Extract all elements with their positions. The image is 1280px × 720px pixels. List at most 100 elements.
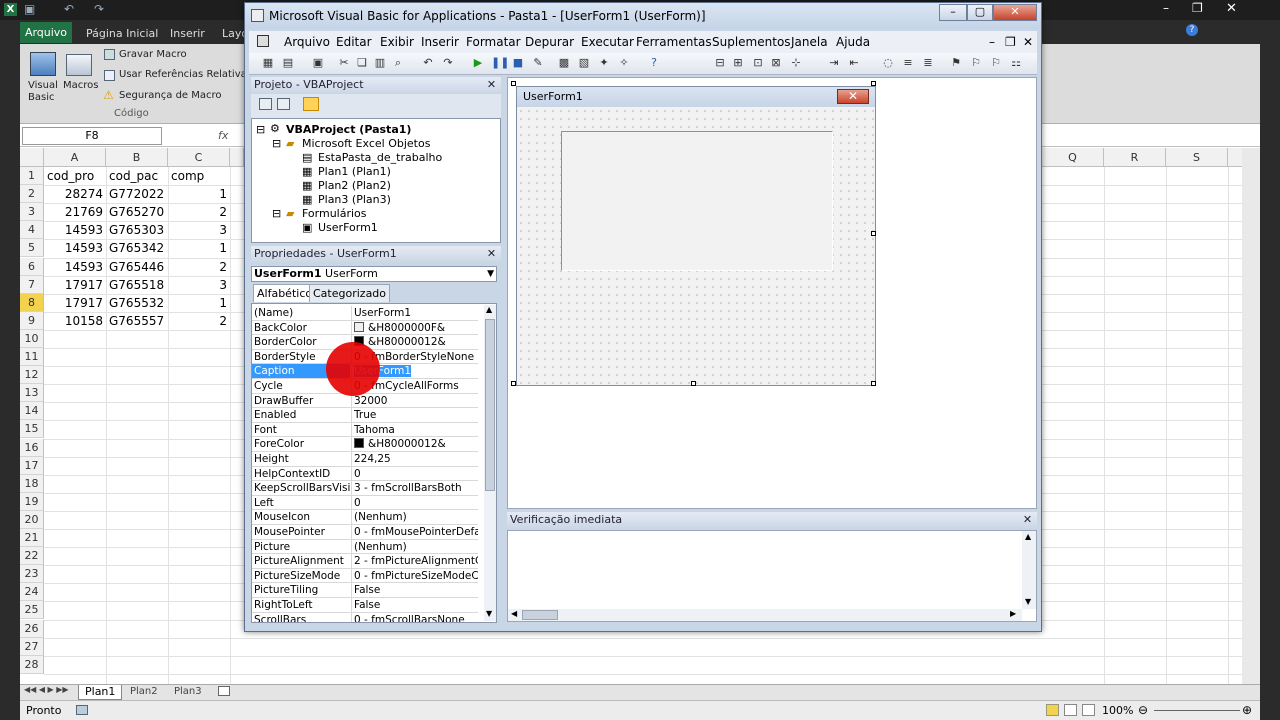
cell[interactable]: G765342 <box>106 239 168 257</box>
row-header[interactable]: 12 <box>20 366 44 385</box>
tree-userform1[interactable]: UserForm1 <box>318 221 378 234</box>
next-bookmark-icon[interactable]: ⚐ <box>969 56 983 70</box>
clear-bookmarks-icon[interactable]: ⚏ <box>1009 56 1023 70</box>
undo-icon[interactable]: ↶ <box>64 2 74 16</box>
project-explorer-icon[interactable]: ▩ <box>557 56 571 70</box>
indent-icon[interactable]: ⇥ <box>827 56 841 70</box>
property-row[interactable]: HelpContextID 0 <box>252 466 478 482</box>
row-header[interactable]: 23 <box>20 565 44 584</box>
userform-client-area[interactable] <box>517 107 875 385</box>
property-value[interactable]: True <box>354 408 478 422</box>
toggle-folders-icon[interactable] <box>303 97 319 111</box>
scroll-thumb[interactable] <box>485 319 495 491</box>
excel-restore-icon[interactable]: ❐ <box>1192 1 1203 15</box>
record-macro-icon[interactable] <box>104 49 115 60</box>
property-value[interactable]: 3 - fmScrollBarsBoth <box>354 481 478 495</box>
cell[interactable]: G765270 <box>106 203 168 221</box>
tab-categorizado[interactable]: Categorizado <box>309 284 391 302</box>
property-row[interactable]: Height 224,25 <box>252 452 478 467</box>
row-header[interactable]: 20 <box>20 510 44 529</box>
properties-panel-header[interactable]: Propriedades - UserForm1 ✕ <box>251 246 501 262</box>
sheet-tab-plan3[interactable]: Plan3 <box>168 685 208 699</box>
scroll-right-icon[interactable]: ▶ <box>1010 609 1016 618</box>
vba-close-button[interactable]: ✕ <box>993 4 1037 21</box>
excel-vertical-scrollbar[interactable] <box>1242 148 1260 684</box>
save-icon[interactable]: ▣ <box>311 56 325 70</box>
menu-editar[interactable]: Editar <box>336 35 372 49</box>
cell[interactable]: G765557 <box>106 312 168 330</box>
relative-ref-icon[interactable] <box>104 70 115 81</box>
row-header[interactable]: 26 <box>20 619 44 638</box>
sheet-tab-plan2[interactable]: Plan2 <box>124 685 164 699</box>
view-excel-icon[interactable]: ▦ <box>261 56 275 70</box>
properties-panel-close-icon[interactable]: ✕ <box>485 247 498 260</box>
comment-block-icon[interactable]: ≡ <box>901 56 915 70</box>
column-header-c[interactable]: C <box>168 148 230 167</box>
menu-exibir[interactable]: Exibir <box>380 35 414 49</box>
design-mode-icon[interactable]: ✎ <box>531 56 545 70</box>
select-all-corner[interactable] <box>20 148 44 167</box>
row-header[interactable]: 15 <box>20 420 44 439</box>
properties-window-icon[interactable]: ▧ <box>577 56 591 70</box>
tree-workbook[interactable]: EstaPasta_de_trabalho <box>318 151 442 164</box>
align-left-icon[interactable]: ⊟ <box>713 56 727 70</box>
usar-referencias-button[interactable]: Usar Referências Relativas <box>119 69 252 80</box>
resize-handle[interactable] <box>691 381 696 386</box>
row-header[interactable]: 13 <box>20 384 44 403</box>
tree-plan2[interactable]: Plan2 (Plan2) <box>318 179 391 192</box>
property-row[interactable]: KeepScrollBarsVisible 3 - fmScrollBarsBot… <box>252 481 478 496</box>
property-row[interactable]: ForeColor &H80000012& <box>252 437 478 452</box>
property-value[interactable]: False <box>354 598 478 612</box>
run-icon[interactable]: ▶ <box>471 56 485 70</box>
property-row[interactable]: Font Tahoma <box>252 422 478 438</box>
row-header[interactable]: 18 <box>20 474 44 493</box>
ungroup-icon[interactable]: ⊹ <box>789 56 803 70</box>
project-panel-close-icon[interactable]: ✕ <box>485 78 498 91</box>
outdent-icon[interactable]: ⇤ <box>847 56 861 70</box>
expand-icon[interactable]: ⊟ <box>272 207 281 220</box>
property-value[interactable]: 2 - fmPictureAlignmentCenter <box>354 554 478 568</box>
toolbox-icon[interactable]: ✧ <box>617 56 631 70</box>
userform-caption[interactable]: UserForm1 <box>517 87 875 107</box>
sheet-nav-arrows-icon[interactable]: ◀◀ ◀ ▶ ▶▶ <box>24 685 69 694</box>
help-icon[interactable]: ? <box>647 56 661 70</box>
immediate-window[interactable]: ▲ ▼ ◀ ▶ <box>507 530 1037 622</box>
new-sheet-icon[interactable] <box>218 686 230 696</box>
seguranca-macro-button[interactable]: Segurança de Macro <box>119 90 222 101</box>
property-value[interactable]: Tahoma <box>354 423 478 437</box>
cell[interactable]: 1 <box>168 185 230 203</box>
scroll-thumb[interactable] <box>522 610 558 620</box>
align-center-icon[interactable]: ⊞ <box>731 56 745 70</box>
menu-executar[interactable]: Executar <box>581 35 634 49</box>
toggle-breakpoint-icon[interactable]: ◌ <box>881 56 895 70</box>
row-header[interactable]: 17 <box>20 456 44 475</box>
userform-frame-control[interactable] <box>561 131 833 271</box>
warning-icon[interactable]: ⚠ <box>103 88 114 102</box>
tab-arquivo[interactable]: Arquivo <box>20 22 72 43</box>
insert-userform-icon[interactable]: ▤ <box>281 56 295 70</box>
menu-janela[interactable]: Janela <box>791 35 828 49</box>
menu-inserir[interactable]: Inserir <box>421 35 459 49</box>
row-header[interactable]: 10 <box>20 329 44 348</box>
menu-depurar[interactable]: Depurar <box>525 35 574 49</box>
tree-plan3[interactable]: Plan3 (Plan3) <box>318 193 391 206</box>
property-value[interactable]: 0 <box>354 496 478 510</box>
row-header[interactable]: 4 <box>20 221 44 240</box>
cell[interactable]: 14593 <box>44 258 106 276</box>
immediate-hscroll[interactable]: ◀ ▶ <box>508 609 1022 621</box>
cell[interactable]: G765446 <box>106 258 168 276</box>
property-value[interactable]: UserForm1 <box>354 306 478 320</box>
immediate-panel-header[interactable]: Verificação imediata ✕ <box>507 512 1037 528</box>
property-row[interactable]: RightToLeft False <box>252 598 478 613</box>
cell[interactable]: 1 <box>168 239 230 257</box>
row-header[interactable]: 5 <box>20 239 44 258</box>
resize-handle[interactable] <box>871 381 876 386</box>
property-value[interactable]: 0 <box>354 467 478 481</box>
expand-icon[interactable]: ⊟ <box>272 137 281 150</box>
reset-icon[interactable]: ■ <box>511 56 525 70</box>
row-header[interactable]: 28 <box>20 655 44 674</box>
property-row[interactable]: ScrollBars 0 - fmScrollBarsNone <box>252 612 478 622</box>
property-value[interactable]: (Nenhum) <box>354 540 478 554</box>
property-value[interactable]: &H80000012& <box>354 437 478 451</box>
group-icon[interactable]: ⊠ <box>769 56 783 70</box>
